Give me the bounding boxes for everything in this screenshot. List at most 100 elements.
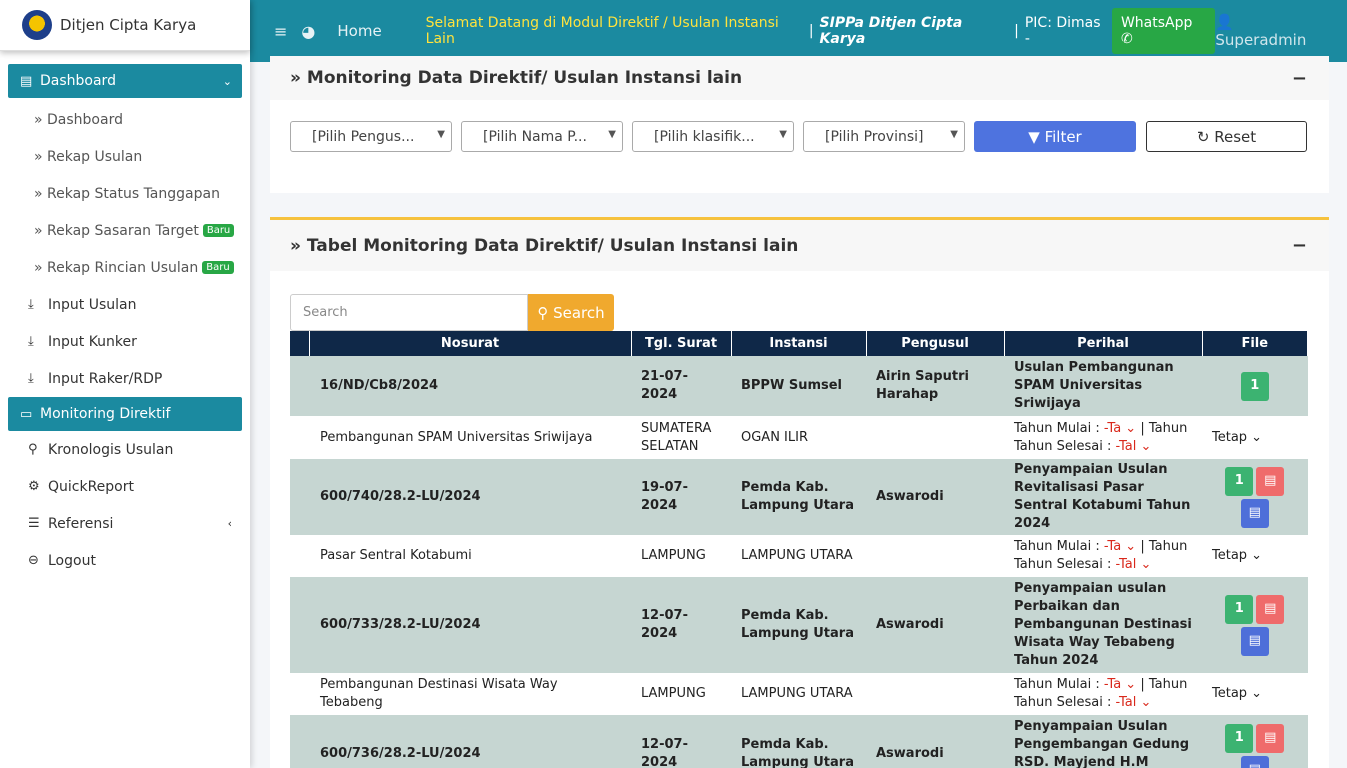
detail-row: Pembangunan SPAM Universitas Sriwijaya S…	[290, 416, 1308, 459]
sidebar-item-quickreport[interactable]: ⚙ QuickReport	[8, 468, 242, 505]
select-klasifikasi[interactable]: [Pilih klasifik... ▼	[632, 121, 794, 152]
menu-toggle-icon[interactable]: ≡	[274, 22, 287, 41]
tahun-selesai-value: -Tal	[1115, 557, 1137, 572]
tahun-selesai-select[interactable]: -Tal ⌄	[1115, 695, 1151, 710]
column-header-instansi[interactable]: Instansi	[731, 331, 867, 356]
sidebar-item-input-raker[interactable]: ⤓ Input Raker/RDP	[8, 360, 242, 397]
reset-button[interactable]: ↻ Reset	[1146, 121, 1307, 152]
column-header-perihal[interactable]: Perihal	[1004, 331, 1203, 356]
pu-logo	[22, 10, 52, 40]
cell-file: 1	[1202, 356, 1308, 416]
gears-icon: ⚙	[28, 479, 40, 494]
sidebar-item-rekap-status[interactable]: » Rekap Status Tanggapan	[8, 175, 242, 212]
column-header-pengusul[interactable]: Pengusul	[866, 331, 1005, 356]
tahun-mulai-select[interactable]: -Ta ⌄	[1104, 677, 1136, 692]
document-icon[interactable]: ▤	[1240, 498, 1269, 528]
sidebar-item-input-usulan[interactable]: ⤓ Input Usulan	[8, 286, 242, 323]
tahun-selesai-value: -Tal	[1115, 695, 1137, 710]
home-link[interactable]: Home	[337, 22, 381, 40]
cell-empty	[866, 673, 1004, 715]
detail-row: Pembangunan Destinasi Wisata Way Tebaben…	[290, 673, 1308, 715]
sidebar-item-label: » Dashboard	[34, 111, 123, 128]
tahun-pipe-label: | Tahun	[1140, 677, 1188, 692]
sidebar-item-kronologis[interactable]: ⚲ Kronologis Usulan	[8, 431, 242, 468]
file-count-button[interactable]: 1	[1225, 466, 1254, 496]
sidebar-item-monitoring-direktif[interactable]: ▭ Monitoring Direktif	[8, 397, 242, 431]
sidebar-item-rekap-usulan[interactable]: » Rekap Usulan	[8, 138, 242, 175]
file-count-button[interactable]: 1	[1240, 371, 1269, 401]
file-count-button[interactable]: 1	[1225, 594, 1254, 624]
document-icon[interactable]: ▤	[1240, 755, 1269, 768]
cell-provinsi: LAMPUNG	[631, 673, 731, 715]
cell-nosurat: 600/736/28.2-LU/2024	[290, 715, 631, 768]
sidebar-item-logout[interactable]: ⊖ Logout	[8, 542, 242, 579]
tahun-mulai-value: -Ta	[1103, 420, 1122, 436]
document-icon[interactable]: ▤	[1240, 626, 1269, 656]
whatsapp-button[interactable]: WhatsApp ✆	[1111, 8, 1216, 54]
tahun-selesai-select[interactable]: -Tal ⌄	[1115, 439, 1151, 454]
sidebar-item-label: Input Raker/RDP	[48, 370, 163, 387]
table-row[interactable]: 600/740/28.2-LU/2024 19-07-2024 Pemda Ka…	[290, 459, 1308, 535]
cell-provinsi: LAMPUNG	[631, 535, 731, 577]
select-provinsi[interactable]: [Pilih Provinsi] ▼	[803, 121, 965, 152]
minimize-icon[interactable]: −	[1292, 68, 1307, 89]
tahun-selesai-label: Tahun Selesai :	[1014, 557, 1112, 572]
tahun-mulai-select[interactable]: -Ta ⌄	[1104, 421, 1136, 436]
refresh-icon: ↻	[1196, 127, 1215, 146]
download-icon: ⤓	[28, 334, 34, 349]
status-select[interactable]: Tetap ⌄	[1202, 416, 1308, 459]
file-count-button[interactable]: 1	[1225, 723, 1254, 753]
status-select[interactable]: Tetap ⌄	[1202, 673, 1308, 715]
cell-pengusul: Aswarodi	[866, 715, 1004, 768]
cell-tahun: Tahun Mulai : -Ta ⌄ | Tahun Tahun Selesa…	[1004, 535, 1202, 577]
column-header-nosurat[interactable]: Nosurat	[309, 331, 632, 356]
tahun-selesai-label: Tahun Selesai :	[1014, 438, 1112, 454]
status-select[interactable]: Tetap ⌄	[1202, 535, 1308, 577]
select-nama-pengusul[interactable]: [Pilih Nama P... ▼	[461, 121, 623, 152]
cell-kabupaten: LAMPUNG UTARA	[731, 673, 866, 715]
search-icon: ⚲	[537, 303, 554, 322]
sidebar-item-rekap-rincian[interactable]: » Rekap Rincian Usulan Baru	[8, 249, 242, 286]
welcome-text: Selamat Datang di Modul Direktif / Usula…	[425, 15, 779, 47]
sidebar-item-label: Kronologis Usulan	[48, 441, 174, 458]
search-button[interactable]: ⚲ Search	[528, 294, 614, 331]
filter-card: » Monitoring Data Direktif/ Usulan Insta…	[270, 56, 1329, 193]
minimize-icon[interactable]: −	[1292, 235, 1307, 256]
tahun-mulai-select[interactable]: -Ta ⌄	[1104, 539, 1136, 554]
search-icon: ⚲	[28, 442, 38, 457]
pdf-file-icon[interactable]: ▤	[1256, 723, 1285, 753]
cell-perihal: Penyampaian Usulan Revitalisasi Pasar Se…	[1004, 459, 1202, 535]
cell-perihal: Penyampaian Usulan Pengembangan Gedung R…	[1004, 715, 1202, 768]
brand[interactable]: Ditjen Cipta Karya	[0, 0, 250, 51]
tahun-mulai-label: Tahun Mulai :	[1014, 677, 1100, 692]
column-header-tgl[interactable]: Tgl. Surat	[631, 331, 732, 356]
cell-kabupaten: LAMPUNG UTARA	[731, 535, 866, 577]
table-row[interactable]: 16/ND/Cb8/2024 21-07-2024 BPPW Sumsel Ai…	[290, 356, 1308, 416]
search-input[interactable]: Search	[290, 294, 528, 331]
sidebar-item-referensi[interactable]: ☰ Referensi ‹	[8, 505, 242, 542]
user-icon: 👤	[1215, 13, 1235, 31]
table-row[interactable]: 600/736/28.2-LU/2024 12-07-2024 Pemda Ka…	[290, 715, 1308, 768]
status-value: Tetap	[1212, 686, 1248, 701]
column-header-file[interactable]: File	[1202, 331, 1308, 356]
select-value: [Pilih klasifik...	[654, 128, 755, 145]
cell-tahun: Tahun Mulai : -Ta ⌄ | Tahun Tahun Selesa…	[1004, 673, 1202, 715]
sidebar-item-label: Dashboard	[40, 73, 116, 89]
filter-icon: ▼	[1028, 127, 1045, 146]
palette-icon[interactable]: ◕	[301, 22, 315, 41]
cell-empty	[866, 416, 1004, 459]
select-pengusul[interactable]: [Pilih Pengus... ▼	[290, 121, 452, 152]
user-menu[interactable]: 👤 Superadmin	[1215, 13, 1327, 49]
table-row[interactable]: 600/733/28.2-LU/2024 12-07-2024 Pemda Ka…	[290, 577, 1308, 673]
sidebar-item-rekap-sasaran[interactable]: » Rekap Sasaran Target Baru	[8, 212, 242, 249]
cell-empty	[866, 535, 1004, 577]
pdf-file-icon[interactable]: ▤	[1256, 466, 1285, 496]
sidebar-item-dashboard[interactable]: ▤ Dashboard ⌄	[8, 64, 242, 98]
cell-perihal: Usulan Pembangunan SPAM Universitas Sriw…	[1004, 356, 1202, 416]
sidebar-item-input-kunker[interactable]: ⤓ Input Kunker	[8, 323, 242, 360]
sidebar-item-dashboard-sub[interactable]: » Dashboard	[8, 101, 242, 138]
filter-button[interactable]: ▼ Filter	[974, 121, 1136, 152]
tahun-selesai-select[interactable]: -Tal ⌄	[1115, 557, 1151, 572]
cell-nosurat: 600/740/28.2-LU/2024	[290, 459, 631, 535]
pdf-file-icon[interactable]: ▤	[1256, 594, 1285, 624]
